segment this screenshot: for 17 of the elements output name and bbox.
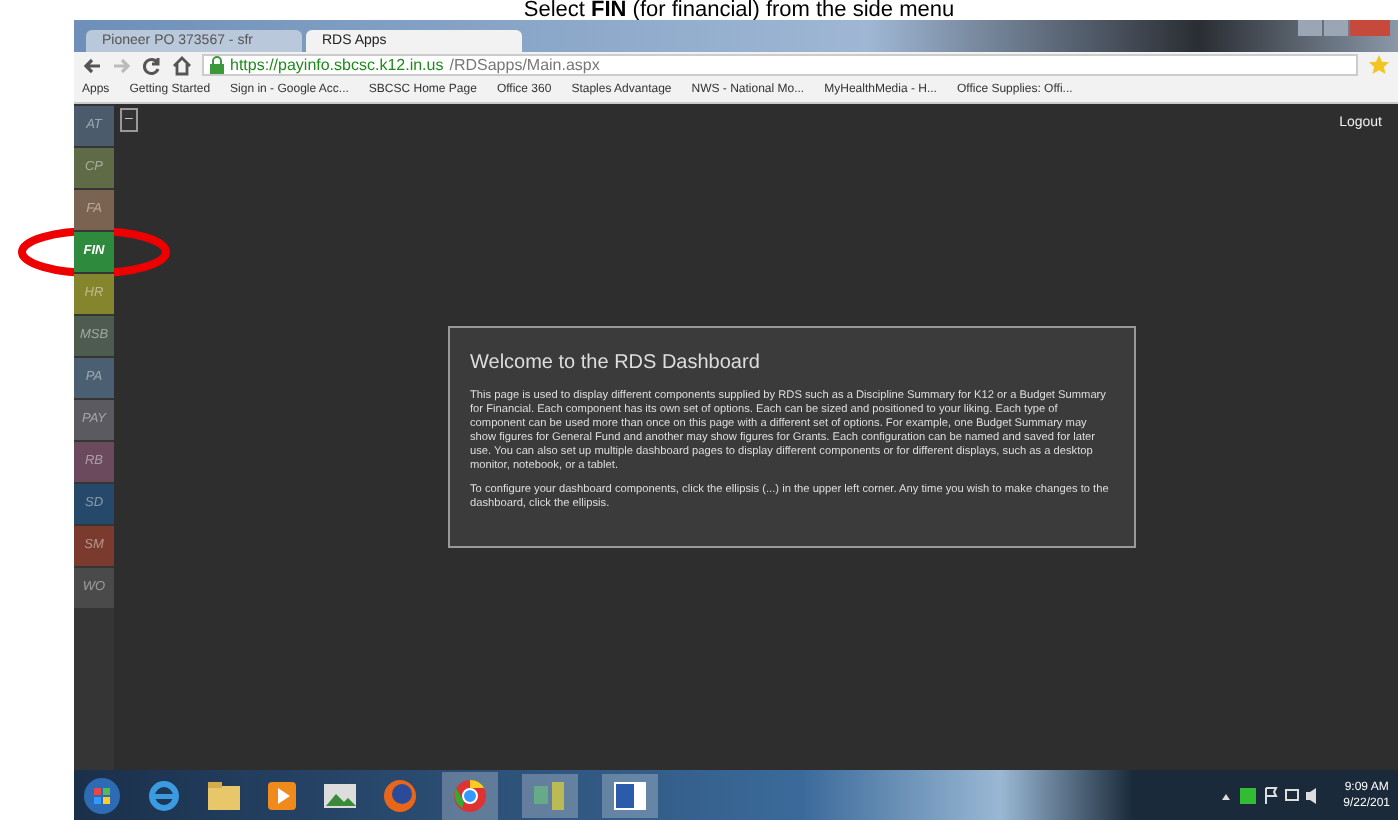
word-icon[interactable]: [612, 779, 648, 811]
globe-icon[interactable]: [382, 777, 418, 813]
photo-icon[interactable]: [322, 779, 358, 811]
welcome-title: Welcome to the RDS Dashboard: [470, 352, 762, 374]
lock-icon: [210, 56, 224, 74]
folder-icon[interactable]: [206, 779, 242, 811]
caption-text: Select FIN (for financial) from the side menu: [521, 0, 957, 20]
home-icon[interactable]: [172, 55, 192, 75]
browser-e-icon[interactable]: [146, 777, 182, 813]
star-icon[interactable]: [1368, 54, 1390, 76]
media-player-icon[interactable]: [266, 779, 298, 811]
round-browser-icon[interactable]: [452, 777, 488, 813]
tray-icons-drawing[interactable]: [1219, 785, 1320, 805]
address-field[interactable]: https://payinfo.sbcsc.k12.in.us /RDSapps/Main.aspx: [202, 54, 1358, 76]
back-icon[interactable]: [82, 55, 102, 75]
start-orb-icon[interactable]: [82, 775, 122, 815]
reload-icon[interactable]: [142, 55, 162, 75]
